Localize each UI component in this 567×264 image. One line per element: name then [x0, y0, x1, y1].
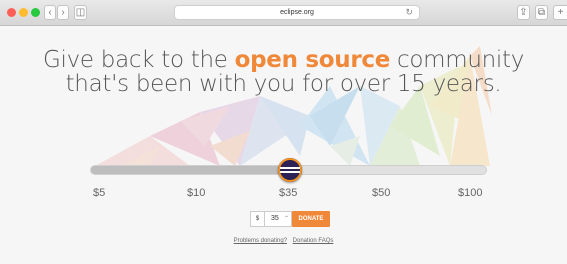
- close-window-button[interactable]: [7, 8, 16, 17]
- back-button[interactable]: ‹: [44, 5, 56, 20]
- back-icon: ‹: [48, 7, 52, 18]
- minimize-window-button[interactable]: [19, 8, 28, 17]
- new-tab-icon: +: [557, 7, 564, 18]
- stepper-icon[interactable]: ⌃: [284, 212, 289, 226]
- amount-option-100[interactable]: $100: [458, 187, 482, 199]
- eclipse-logo-stripe: [280, 167, 300, 169]
- amount-option-35[interactable]: $35: [279, 187, 297, 199]
- address-bar[interactable]: eclipse.org ↻: [174, 5, 420, 20]
- eclipse-slider-handle[interactable]: [278, 158, 302, 182]
- url-text: eclipse.org: [280, 9, 314, 16]
- reload-icon[interactable]: ↻: [405, 6, 413, 19]
- amount-option-5[interactable]: $5: [93, 187, 105, 199]
- sidebar-button[interactable]: ◫: [74, 5, 87, 20]
- currency-selector[interactable]: $: [250, 211, 265, 227]
- help-links: Problems donating? Donation FAQs: [0, 238, 567, 244]
- donation-faqs-link[interactable]: Donation FAQs: [293, 238, 334, 244]
- share-icon: ⇪: [519, 7, 528, 18]
- eclipse-logo-ring: [278, 158, 302, 182]
- forward-button[interactable]: ›: [57, 5, 69, 20]
- eclipse-logo-stripe: [280, 171, 300, 173]
- amount-option-10[interactable]: $10: [187, 187, 205, 199]
- headline-prefix: Give back to the: [42, 47, 235, 73]
- headline-suffix: community: [390, 47, 525, 73]
- tabs-icon: ⧉: [537, 7, 546, 18]
- headline-highlight: open source: [234, 47, 391, 73]
- tabs-button[interactable]: ⧉: [535, 5, 548, 20]
- share-button[interactable]: ⇪: [517, 5, 530, 20]
- headline-line2: that's been with you for over 15 years.: [65, 71, 502, 97]
- page-headline: Give back to the open source community t…: [0, 48, 567, 96]
- problems-donating-link[interactable]: Problems donating?: [234, 238, 287, 244]
- amount-option-50[interactable]: $50: [372, 187, 390, 199]
- forward-icon: ›: [61, 7, 65, 18]
- browser-toolbar: ‹ › ◫ eclipse.org ↻ ⇪ ⧉ +: [0, 0, 567, 26]
- zoom-window-button[interactable]: [31, 8, 40, 17]
- donation-amount-value: 35: [271, 215, 279, 222]
- donation-slider-fill: [91, 166, 286, 174]
- new-tab-button[interactable]: +: [553, 5, 567, 20]
- donation-amount-input[interactable]: 35 ⌃: [264, 211, 292, 227]
- sidebar-icon: ◫: [75, 7, 86, 18]
- donate-button[interactable]: DONATE: [292, 211, 330, 227]
